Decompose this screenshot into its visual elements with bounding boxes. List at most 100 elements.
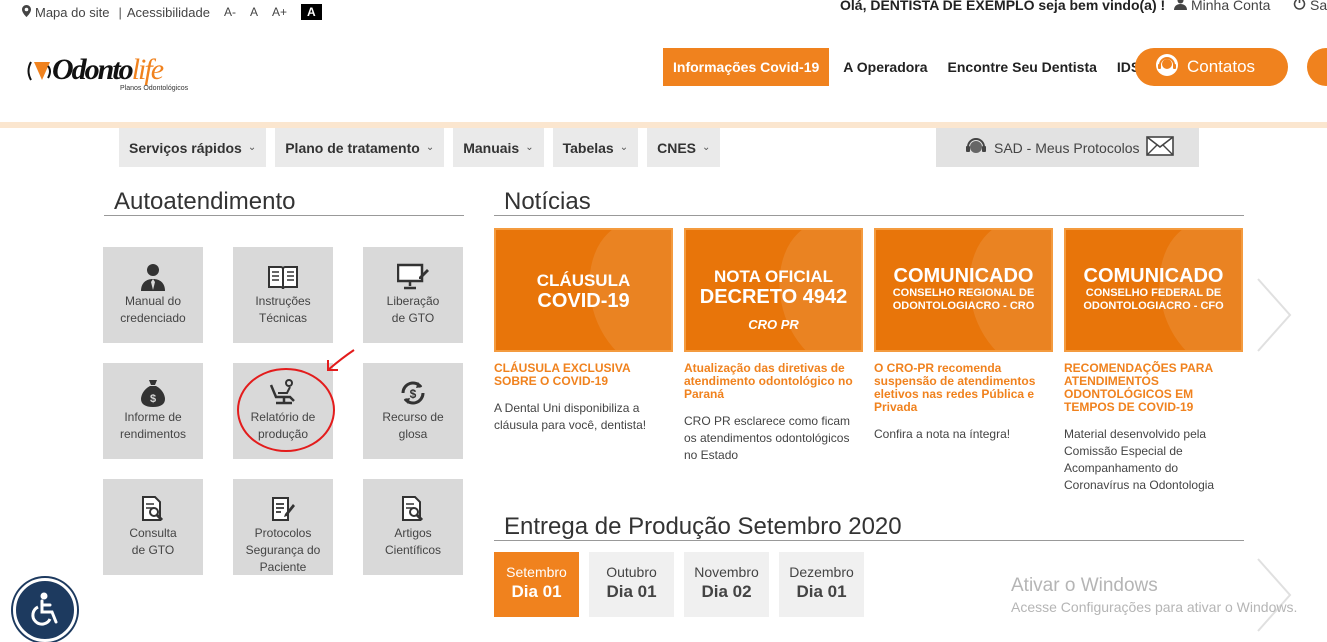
power-icon	[1293, 0, 1306, 13]
tile-label-1: Informe de	[124, 410, 182, 424]
card-line-2: COVID-19	[537, 290, 630, 312]
tile-label-2: credenciado	[120, 311, 186, 325]
logo-tagline: Planos Odontológicos	[120, 85, 189, 92]
dollar-refresh-icon: $	[363, 377, 463, 409]
menu-cnes[interactable]: CNES ⌄	[647, 128, 721, 167]
news-headline[interactable]: RECOMENDAÇÕES PARA ATENDIMENTOS ODONTOLÓ…	[1064, 362, 1244, 414]
user-icon	[1174, 0, 1187, 13]
card-line-3: ODONTOLOGIACRO - CFO	[1083, 300, 1224, 312]
sitemap-link[interactable]: Mapa do site	[35, 5, 109, 20]
production-title: Entrega de Produção Setembro 2020	[494, 513, 1244, 541]
menu-tabelas[interactable]: Tabelas ⌄	[552, 128, 639, 167]
document-search-icon	[103, 493, 203, 525]
news-card-clausula[interactable]: CLÁUSULA COVID-19	[494, 228, 673, 352]
production-month: Dezembro	[789, 564, 854, 580]
tile-label-1: Artigos	[394, 526, 432, 540]
card-line-2: CONSELHO FEDERAL DE	[1085, 287, 1222, 299]
map-pin-icon	[22, 4, 31, 20]
menu-manuais[interactable]: Manuais ⌄	[453, 128, 544, 167]
card-line-2: CONSELHO REGIONAL DE	[892, 287, 1035, 299]
production-month-novembro[interactable]: Novembro Dia 02	[684, 552, 769, 617]
card-line-2: DECRETO 4942	[699, 286, 848, 308]
tile-label-2: glosa	[398, 427, 428, 441]
money-bag-icon: $	[103, 377, 203, 409]
tile-manual-credenciado[interactable]: Manual do credenciado	[103, 247, 203, 343]
news-card-decreto[interactable]: NOTA OFICIAL DECRETO 4942 CRO PR	[684, 228, 863, 352]
card-line-3: CRO PR	[748, 317, 799, 332]
production-month-setembro[interactable]: Setembro Dia 01	[494, 552, 579, 617]
tile-label-2: Científicos	[384, 543, 442, 557]
production-day: Dia 02	[701, 582, 752, 601]
odontolife-logo[interactable]: Odontolife Planos Odontológicos	[26, 52, 188, 96]
welcome-message: Olá, DENTISTA DE EXEMPLO seja bem vindo(…	[840, 0, 1166, 13]
svg-text:$: $	[410, 387, 417, 401]
menu-plano-tratamento[interactable]: Plano de tratamento ⌄	[275, 128, 445, 167]
article-search-icon	[363, 493, 463, 525]
menu-label: Tabelas	[562, 139, 614, 156]
overflow-round-button[interactable]	[1307, 48, 1327, 86]
chevron-down-icon: ⌄	[425, 142, 435, 153]
tile-protocolos-seguranca[interactable]: Protocolos Segurança do Paciente	[233, 479, 333, 575]
production-month: Novembro	[694, 564, 759, 580]
news-title: Notícias	[494, 188, 1244, 216]
accessibility-link[interactable]: Acessibilidade	[127, 5, 210, 20]
production-month: Setembro	[506, 564, 567, 580]
nav-find-dentist[interactable]: Encontre Seu Dentista	[948, 59, 1097, 75]
news-headline[interactable]: O CRO-PR recomenda suspensão de atendime…	[874, 362, 1054, 414]
production-day: Dia 01	[606, 582, 657, 601]
news-card-cro[interactable]: COMUNICADO CONSELHO REGIONAL DE ODONTOLO…	[874, 228, 1053, 352]
tile-informe-rendimentos[interactable]: $ Informe de rendimentos	[103, 363, 203, 459]
menu-label: CNES	[657, 139, 697, 156]
support-agent-icon	[964, 134, 988, 161]
contacts-button[interactable]: Contatos	[1135, 48, 1288, 86]
windows-activation-watermark: Ativar o Windows Acesse Configurações pa…	[1011, 575, 1297, 615]
monitor-edit-icon	[363, 261, 463, 293]
news-summary: Material desenvolvido pela Comissão Espe…	[1064, 427, 1215, 492]
tile-consulta-gto[interactable]: Consulta de GTO	[103, 479, 203, 575]
font-normal-button[interactable]: A	[250, 5, 258, 19]
logo-word-odonto: Odonto	[52, 53, 134, 86]
font-decrease-button[interactable]: A-	[224, 5, 236, 19]
menu-label: Plano de tratamento	[285, 139, 420, 156]
tile-artigos-cientificos[interactable]: Artigos Científicos	[363, 479, 463, 575]
news-headline[interactable]: Atualização das diretivas de atendimento…	[684, 362, 864, 401]
production-month-dezembro[interactable]: Dezembro Dia 01	[779, 552, 864, 617]
wheelchair-icon	[31, 592, 58, 626]
envelope-icon	[1145, 136, 1174, 159]
tile-instrucoes-tecnicas[interactable]: Instruções Técnicas	[233, 247, 333, 343]
main-nav: Informações Covid-19 A Operadora Encontr…	[663, 48, 1150, 86]
chevron-down-icon: ⌄	[247, 142, 257, 153]
sad-protocols-button[interactable]: SAD - Meus Protocolos	[936, 128, 1199, 167]
high-contrast-button[interactable]: A	[300, 4, 322, 20]
logout-label: Sair	[1310, 0, 1327, 13]
card-line-1: COMUNICADO	[1083, 265, 1224, 287]
nav-operator[interactable]: A Operadora	[843, 59, 927, 75]
production-month-outubro[interactable]: Outubro Dia 01	[589, 552, 674, 617]
hand-drawn-arrow-icon	[327, 349, 355, 371]
top-bar: Mapa do site | Acessibilidade A- A A+ A …	[0, 0, 1327, 24]
tile-recurso-glosa[interactable]: $ Recurso de glosa	[363, 363, 463, 459]
tile-label-1: Recurso de	[382, 410, 444, 424]
news-summary: A Dental Uni disponibiliza a cláusula pa…	[494, 401, 647, 432]
tile-label-1: Manual do	[124, 294, 182, 308]
checklist-icon	[233, 493, 333, 525]
nav-covid-info[interactable]: Informações Covid-19	[663, 48, 830, 86]
accessibility-widget-button[interactable]	[13, 578, 77, 642]
tile-liberacao-gto[interactable]: Liberação de GTO	[363, 247, 463, 343]
tile-label-1: Protocolos	[254, 526, 312, 540]
headset-agent-icon	[1155, 53, 1179, 82]
logo-wordmark: Odontolife	[52, 52, 164, 88]
news-summary: Confira a nota na íntegra!	[874, 427, 1011, 441]
watermark-subtitle: Acesse Configurações para ativar o Windo…	[1011, 599, 1298, 615]
production-day: Dia 01	[796, 582, 847, 601]
menu-label: Serviços rápidos	[129, 139, 242, 156]
news-headline[interactable]: CLÁUSULA EXCLUSIVA SOBRE O COVID-19	[494, 362, 674, 388]
menu-servicos-rapidos[interactable]: Serviços rápidos ⌄	[119, 128, 267, 167]
news-card-cfo[interactable]: COMUNICADO CONSELHO FEDERAL DE ODONTOLOG…	[1064, 228, 1243, 352]
my-account-link[interactable]: Minha Conta	[1174, 0, 1270, 13]
tile-label-3: Paciente	[259, 560, 307, 574]
font-increase-button[interactable]: A+	[272, 5, 287, 19]
contacts-label: Contatos	[1187, 57, 1256, 76]
logout-link[interactable]: Sair	[1293, 0, 1327, 13]
news-next-arrow-icon[interactable]	[1254, 275, 1294, 355]
